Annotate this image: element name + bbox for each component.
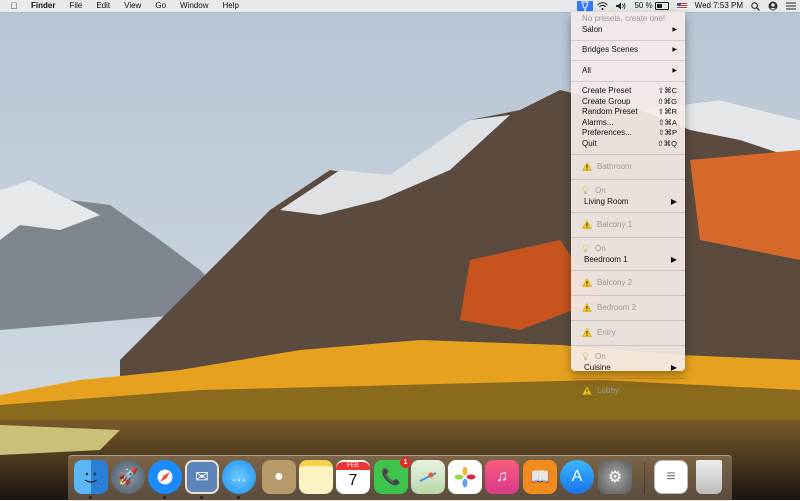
menu-separator [571,377,685,379]
notification-center-icon[interactable] [782,2,800,10]
room-lobby: Lobby [571,383,685,398]
lightbulb-icon [582,243,589,253]
messages-icon[interactable]: … [222,460,256,494]
calendar-month: FEB [336,462,370,470]
room-balcony-1: Balcony 1 [571,217,685,232]
warning-icon [582,303,592,312]
menu-item-all[interactable]: All ▶ [571,66,685,77]
submenu-arrow-icon: ▶ [670,363,677,372]
notes-icon[interactable] [299,460,333,494]
menu-item-cuisine[interactable]: Cuisine ▶ [571,362,685,373]
menu-item-alarms[interactable]: Alarms... ⇧⌘A [571,118,685,129]
menu-item-random-preset[interactable]: Random Preset ⇧⌘R [571,107,685,118]
lightbulb-icon [582,185,589,195]
warning-icon [582,386,592,395]
warning-icon [582,278,592,287]
battery-icon [654,2,669,10]
submenu-arrow-icon: ▶ [670,197,677,206]
menu-clock[interactable]: Wed 7:53 PM [691,0,747,12]
calendar-day: 7 [348,472,358,489]
menu-separator [571,211,685,213]
running-indicator [89,496,92,499]
maps-icon[interactable] [411,460,445,494]
battery-percent: 50 % [634,1,653,10]
notification-badge: 1 [400,457,411,468]
apple-menu-icon[interactable]:  [4,1,24,11]
menu-item-preferences[interactable]: Preferences... ⇧⌘P [571,128,685,139]
wifi-icon[interactable] [593,2,612,10]
menu-bar:  Finder File Edit View Go Window Help 5… [0,0,800,12]
menu-separator [571,80,685,82]
menu-separator [571,319,685,321]
warning-icon [582,328,592,337]
launchpad-icon[interactable]: 🚀 [111,460,145,494]
user-avatar-icon[interactable] [764,1,782,11]
volume-icon[interactable] [612,2,630,10]
room-entry: Entry [571,325,685,340]
room-bathroom: Bathroom [571,159,685,174]
lightbulb-icon [582,351,589,361]
submenu-arrow-icon: ▶ [672,26,677,33]
submenu-arrow-icon: ▶ [672,47,677,53]
menu-separator [571,60,685,61]
light-on-status: On [571,184,685,196]
music-icon[interactable]: ♫ [485,460,519,494]
running-indicator [200,496,203,499]
menu-window[interactable]: Window [173,0,215,12]
menu-separator [571,269,685,271]
battery-status[interactable]: 50 % [630,0,672,12]
spotlight-search-icon[interactable] [747,1,764,11]
submenu-arrow-icon: ▶ [670,255,677,264]
running-indicator [163,496,166,499]
lights-menu: No presets, create one! Salon ▶ Bridges S… [571,12,685,395]
menu-file[interactable]: File [62,0,89,12]
input-source-flag-icon[interactable] [673,3,691,9]
safari-icon[interactable] [148,460,182,494]
trash-icon[interactable] [696,460,722,494]
running-indicator [237,496,240,499]
contacts-icon[interactable]: ● [262,460,296,494]
menu-separator [571,39,685,41]
menu-separator [571,344,685,346]
system-preferences-icon[interactable]: ⚙ [598,460,632,494]
menu-view[interactable]: View [117,0,148,12]
menu-separator [571,153,685,155]
menu-item-salon[interactable]: Salon ▶ [571,25,685,36]
menu-edit[interactable]: Edit [89,0,117,12]
menu-item-create-group[interactable]: Create Group ⇧⌘G [571,97,685,108]
menu-no-presets: No presets, create one! [582,14,666,23]
menu-item-create-preset[interactable]: Create Preset ⇧⌘C [571,86,685,97]
light-on-status: On [571,242,685,254]
menu-item-bedroom-1[interactable]: Beedroom 1 ▶ [571,254,685,265]
warning-icon [582,162,592,171]
mail-stamp-icon[interactable]: ✉ [185,460,219,494]
finder-icon[interactable] [74,460,108,494]
room-balcony-2: Balcony 2 [571,275,685,290]
menu-app-finder[interactable]: Finder [24,0,62,12]
status-lamp-icon[interactable] [577,1,594,11]
submenu-arrow-icon: ▶ [672,67,677,74]
menu-separator [571,294,685,296]
menu-item-living-room[interactable]: Living Room ▶ [571,196,685,207]
menu-item-bridges-scenes[interactable]: Bridges Scenes ▶ [571,45,685,56]
facetime-icon[interactable]: 📞 1 [374,457,411,494]
menu-go[interactable]: Go [148,0,173,12]
menu-separator [571,178,685,180]
warning-icon [582,220,592,229]
books-icon[interactable]: 📖 [523,460,557,494]
menu-item-quit[interactable]: Quit ⇧⌘Q [571,139,685,150]
calendar-icon[interactable]: FEB 7 [336,460,370,494]
menu-help[interactable]: Help [215,0,245,12]
dock: 🚀 ✉ … ● FEB 7 📞 1 ♫ 📖 A ⚙ ≡ [68,455,732,501]
room-bedroom-2: Bedroom 2 [571,300,685,315]
menu-separator [571,236,685,238]
dock-separator [644,462,645,494]
app-store-icon[interactable]: A [560,460,594,494]
photos-icon[interactable] [448,460,482,494]
document-icon[interactable]: ≡ [654,460,688,494]
light-on-status: On [571,350,685,362]
